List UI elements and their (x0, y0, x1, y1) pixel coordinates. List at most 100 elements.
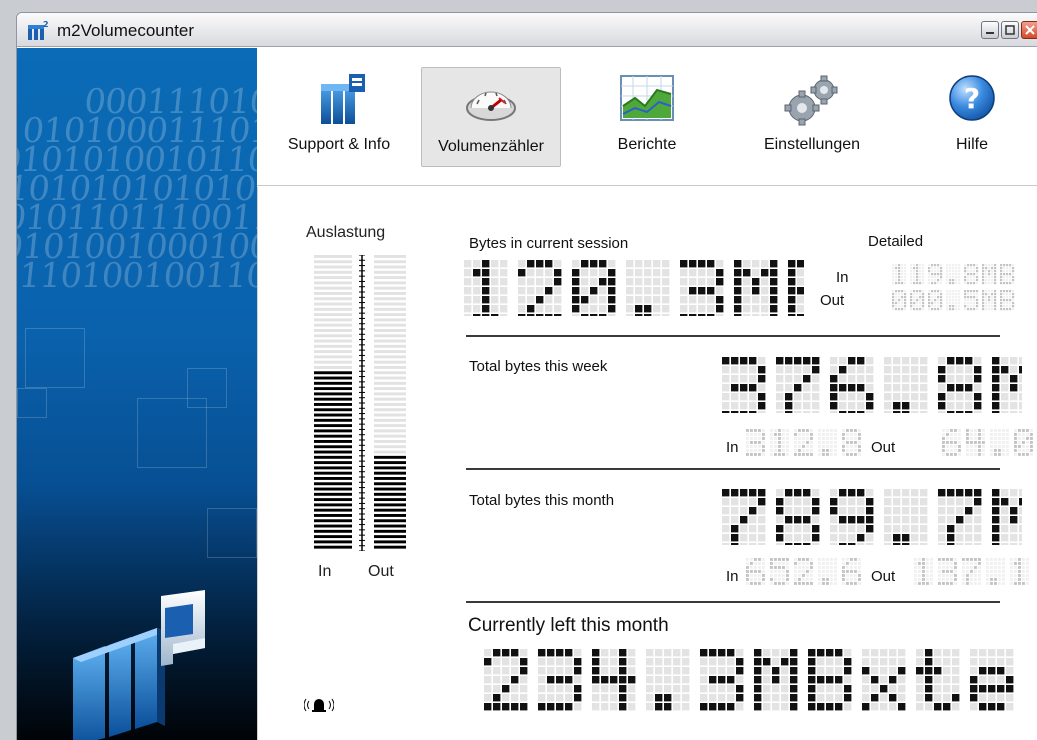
lcd-char (1010, 558, 1029, 585)
meter-out-segment (374, 339, 406, 343)
toolbar-einstellungen[interactable]: Einstellungen (737, 66, 887, 166)
toolbar-hilfe[interactable]: ? Hilfe (917, 66, 1027, 166)
separator (466, 468, 1000, 470)
meter-out-segment (374, 498, 406, 502)
meter-out-segment (374, 323, 406, 327)
meter-in-segment (314, 371, 352, 375)
gears-icon (784, 75, 838, 126)
lcd-char (910, 264, 925, 285)
toolbar-volumenzaehler[interactable]: Volumenzähler (421, 67, 561, 167)
lcd-char (946, 264, 961, 285)
title-bar[interactable]: 2 m2Volumecounter (17, 13, 1037, 47)
meter-out-segment (374, 313, 406, 317)
meter-in-segment (314, 508, 352, 512)
meter-out-segment (374, 445, 406, 449)
meter-out-segment (374, 540, 406, 544)
meter-out-segment (374, 307, 406, 311)
meter-out-segment (374, 344, 406, 348)
lcd-char (970, 649, 1014, 711)
meter-in-segment (314, 434, 352, 438)
meter-in-segment (314, 450, 352, 454)
meter-out-segment (374, 529, 406, 533)
meter-in-segment (314, 429, 352, 433)
meter-out-segment (374, 286, 406, 290)
alarm-bell-icon[interactable] (304, 695, 334, 715)
week-out-display (942, 429, 1033, 456)
meter-out-segment (374, 366, 406, 369)
meter-in-segment (314, 381, 352, 385)
meter-in-segment (314, 529, 352, 533)
lcd-char (770, 558, 789, 585)
meter-in-segment (314, 366, 352, 369)
meter-out-segment (374, 429, 406, 433)
lcd-char (770, 429, 789, 456)
lcd-char (572, 260, 616, 316)
lcd-char (884, 489, 928, 545)
meter-out-segment (374, 276, 406, 280)
meter-out-segment (374, 302, 406, 306)
meter-in-segment (314, 270, 352, 274)
meter-out-segment (374, 434, 406, 438)
toolbar-berichte[interactable]: Berichte (592, 66, 702, 166)
meter-out-segment (374, 260, 406, 264)
meter-in-segment (314, 487, 352, 491)
lcd-char (1000, 264, 1015, 285)
meter-in-segment (314, 524, 352, 528)
meter-out-segment (374, 450, 406, 454)
maximize-button[interactable] (1001, 21, 1019, 39)
lcd-char (910, 290, 925, 311)
lcd-char (942, 429, 961, 456)
meter-out-segment (374, 360, 406, 364)
meter-out-segment (374, 297, 406, 301)
meter-out-segment (374, 418, 406, 422)
lcd-char (1000, 290, 1015, 311)
meter-in-segment (314, 418, 352, 422)
meter-title: Auslastung (306, 224, 386, 241)
meter-out-segment (374, 334, 406, 338)
lcd-char (992, 357, 1022, 413)
remaining-value-display (484, 649, 1014, 711)
app-logo-icon: 2 (28, 20, 49, 40)
meter-in-segment (314, 492, 352, 496)
toolbar-support-info[interactable]: Support & Info (269, 66, 409, 166)
meter-in-segment (314, 408, 352, 412)
lcd-char (962, 558, 981, 585)
meter-in-segment (314, 466, 352, 470)
meter-in-segment (314, 392, 352, 396)
window-title: m2Volumecounter (57, 21, 195, 40)
svg-text:2: 2 (43, 20, 49, 29)
meter-in-segment (314, 286, 352, 290)
lcd-char (818, 558, 837, 585)
lcd-char (464, 260, 508, 316)
meter-in-segment (314, 403, 352, 406)
lcd-char (916, 649, 960, 711)
lcd-char (746, 558, 765, 585)
minimize-button[interactable] (981, 21, 999, 39)
meter-in-segment (314, 461, 352, 465)
lcd-char (982, 264, 997, 285)
meter-in-segment (314, 313, 352, 317)
meter-out-segment (374, 292, 406, 295)
meter-in-segment (314, 519, 352, 523)
meter-out-segment (374, 392, 406, 396)
lcd-char (862, 649, 906, 711)
meter-out-segment (374, 371, 406, 375)
decor-square (137, 398, 207, 468)
meter-out-segment (374, 455, 406, 459)
month-in-label: In (726, 568, 739, 585)
week-in-display (746, 429, 861, 456)
meter-out-segment (374, 424, 406, 428)
meter-out-segment (374, 329, 406, 332)
meter-out-segment (374, 403, 406, 406)
close-button[interactable] (1021, 21, 1037, 39)
toolbar-label: Einstellungen (763, 136, 861, 153)
meter-in-segment (314, 424, 352, 428)
m2-brand-logo (73, 590, 205, 740)
lcd-char (680, 260, 724, 316)
meter-in-segment (314, 376, 352, 380)
meter-out-segment (374, 281, 406, 285)
lcd-char (928, 264, 943, 285)
meter-in-segment (314, 540, 352, 544)
screen: 2 m2Volumecounter 0001110101010 01010001… (0, 0, 1037, 740)
lcd-char (830, 357, 874, 413)
